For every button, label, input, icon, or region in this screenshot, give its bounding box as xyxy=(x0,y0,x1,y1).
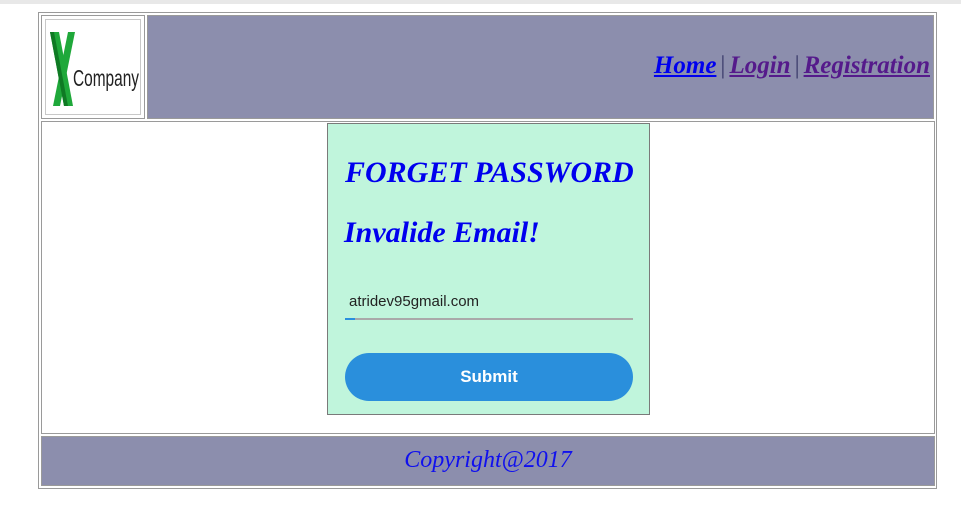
browser-top-strip xyxy=(0,0,961,4)
email-field-wrapper xyxy=(345,284,633,322)
nav-separator: | xyxy=(794,52,800,79)
error-message: Invalide Email! xyxy=(344,216,540,249)
forget-password-form: FORGET PASSWORD Invalide Email! Submit xyxy=(327,123,650,415)
company-logo[interactable]: Company xyxy=(45,19,141,115)
submit-button[interactable]: Submit xyxy=(345,353,633,401)
main-nav: Home | Login | Registration xyxy=(654,52,930,80)
input-focus-indicator xyxy=(345,318,355,320)
logo-wordmark: Company xyxy=(73,65,139,91)
footer-bar: Copyright@2017 xyxy=(41,436,935,486)
nav-separator: | xyxy=(720,52,726,79)
nav-link-home[interactable]: Home xyxy=(654,52,717,79)
nav-link-login[interactable]: Login xyxy=(729,52,790,79)
email-input[interactable] xyxy=(345,284,633,320)
company-logo-image: Company xyxy=(46,20,140,114)
copyright-text: Copyright@2017 xyxy=(404,447,572,473)
header-banner: Home | Login | Registration xyxy=(147,15,934,119)
form-title: FORGET PASSWORD xyxy=(345,156,634,189)
nav-link-registration[interactable]: Registration xyxy=(804,52,930,79)
logo-cell: Company xyxy=(41,15,145,119)
